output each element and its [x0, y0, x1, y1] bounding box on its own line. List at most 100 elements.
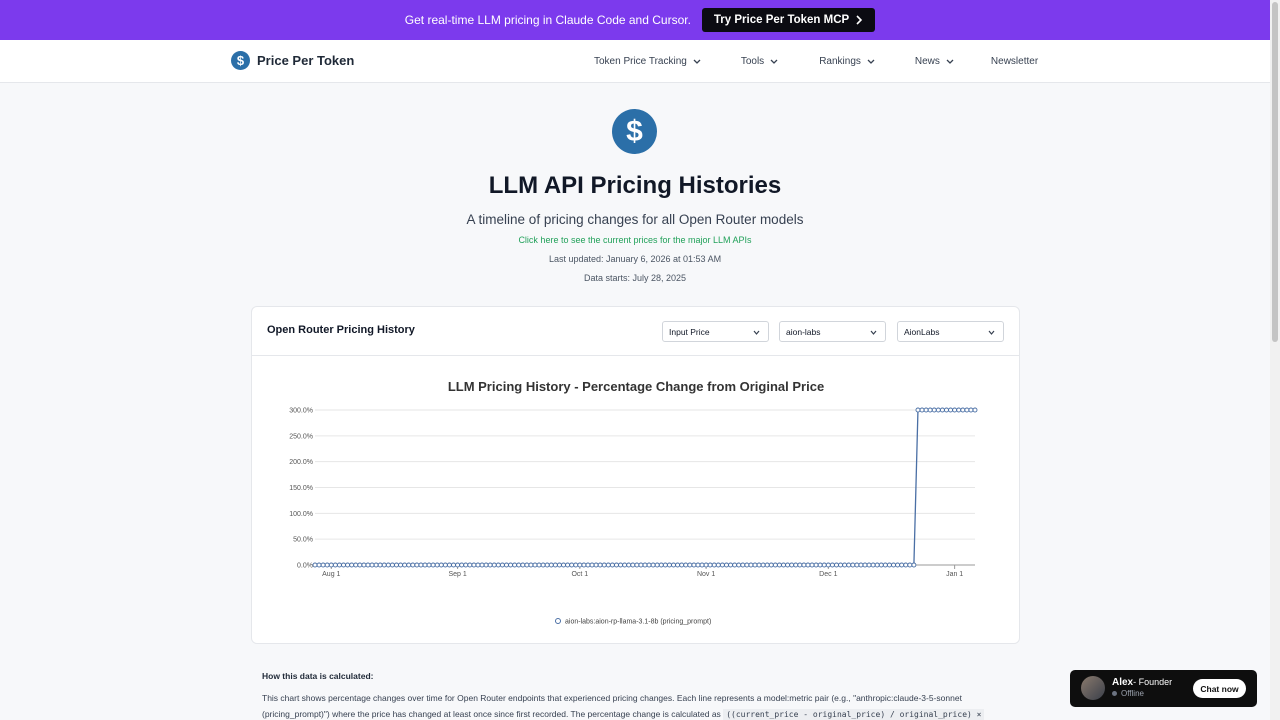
data-point — [944, 407, 949, 413]
chart-area: LLM Pricing History - Percentage Change … — [252, 356, 1019, 643]
info-text: This chart shows percentage changes over… — [262, 690, 1022, 720]
metric-select-value: Input Price — [669, 326, 710, 337]
data-point — [540, 562, 546, 568]
data-point — [361, 562, 367, 568]
data-point — [972, 407, 978, 413]
nav-item-tools[interactable]: Tools — [741, 56, 778, 67]
brand-link[interactable]: $ Price Per Token — [231, 51, 354, 70]
data-point — [719, 562, 725, 568]
y-tick-label: 50.0% — [293, 537, 313, 544]
chevron-down-icon — [870, 330, 877, 335]
metric-select[interactable]: Input Price — [662, 321, 769, 342]
scrollbar-thumb[interactable] — [1272, 2, 1278, 342]
data-point — [577, 562, 583, 568]
page-subtitle: A timeline of pricing changes for all Op… — [466, 212, 804, 227]
data-point — [825, 562, 831, 568]
y-tick-label: 300.0% — [289, 408, 313, 415]
data-point — [414, 562, 420, 568]
y-tick-label: 150.0% — [289, 485, 313, 492]
data-point — [813, 562, 819, 568]
data-point — [968, 407, 974, 413]
author-select-value: AionLabs — [904, 326, 940, 337]
data-point — [618, 562, 624, 568]
provider-select[interactable]: aion-labs — [779, 321, 886, 342]
data-point — [728, 562, 734, 568]
data-point — [772, 562, 778, 568]
y-tick-label: 100.0% — [289, 511, 313, 518]
data-point — [345, 562, 351, 568]
data-point — [402, 562, 408, 568]
data-point — [320, 562, 326, 568]
nav-item-rankings[interactable]: Rankings — [819, 56, 875, 67]
x-tick-label: Sep 1 — [448, 571, 466, 578]
nav-item-news[interactable]: News — [915, 56, 954, 67]
data-point — [764, 562, 770, 568]
data-point — [964, 407, 970, 413]
data-point — [850, 562, 856, 568]
data-point — [878, 562, 884, 568]
data-point — [471, 562, 477, 568]
data-point — [398, 562, 404, 568]
data-point — [740, 562, 746, 568]
data-point — [724, 562, 729, 568]
data-point — [919, 407, 925, 413]
data-point — [385, 562, 391, 568]
data-point — [687, 562, 693, 568]
data-point — [548, 562, 554, 568]
card-header: Open Router Pricing History Input Price … — [252, 307, 1019, 356]
data-point — [776, 562, 782, 568]
data-point — [565, 562, 571, 568]
data-point — [475, 562, 481, 568]
data-point — [467, 562, 473, 568]
data-point — [614, 562, 619, 568]
data-point — [312, 562, 318, 568]
data-point — [495, 562, 501, 568]
nav-item-label: Tools — [740, 56, 765, 67]
data-point — [715, 562, 721, 568]
data-point — [601, 562, 607, 568]
page-scrollbar[interactable] — [1270, 0, 1280, 720]
data-point — [524, 562, 530, 568]
data-point — [455, 562, 461, 568]
dollar-icon: $ — [612, 109, 657, 154]
data-point — [434, 562, 440, 568]
author-select[interactable]: AionLabs — [897, 321, 1004, 342]
data-point — [532, 562, 538, 568]
status-dot — [1112, 691, 1117, 696]
data-point — [768, 562, 774, 568]
data-point — [748, 562, 754, 568]
nav-item-label: Token Price Tracking — [594, 56, 687, 67]
data-point — [536, 562, 542, 568]
data-point — [838, 562, 844, 568]
data-point — [426, 562, 432, 568]
nav-item-token-price-tracking[interactable]: Token Price Tracking — [594, 56, 701, 67]
dollar-icon: $ — [231, 51, 250, 70]
data-point — [793, 562, 799, 568]
data-point — [760, 562, 766, 568]
nav-item-label: Rankings — [819, 56, 861, 67]
data-point — [569, 562, 575, 568]
try-mcp-button[interactable]: Try Price Per Token MCP — [701, 8, 876, 32]
data-point — [491, 562, 497, 568]
chat-now-button[interactable]: Chat now — [1193, 679, 1246, 698]
data-point — [862, 562, 868, 568]
data-point — [829, 562, 835, 568]
data-point — [671, 562, 676, 568]
data-point — [634, 562, 640, 568]
data-point — [508, 562, 514, 568]
data-point — [666, 562, 672, 568]
try-mcp-button-label: Try Price Per Token MCP — [713, 14, 850, 26]
nav-item-newsletter[interactable]: Newsletter — [991, 56, 1038, 67]
data-point — [797, 562, 803, 568]
data-point — [561, 562, 566, 568]
data-point — [459, 562, 465, 568]
data-point — [622, 562, 628, 568]
chevron-down-icon — [867, 59, 875, 64]
current-prices-link[interactable]: Click here to see the current prices for… — [0, 235, 1270, 245]
data-point — [324, 562, 330, 568]
data-point — [593, 562, 599, 568]
data-point — [581, 562, 587, 568]
data-point — [418, 562, 424, 568]
data-point — [605, 562, 611, 568]
provider-select-value: aion-labs — [786, 326, 821, 337]
